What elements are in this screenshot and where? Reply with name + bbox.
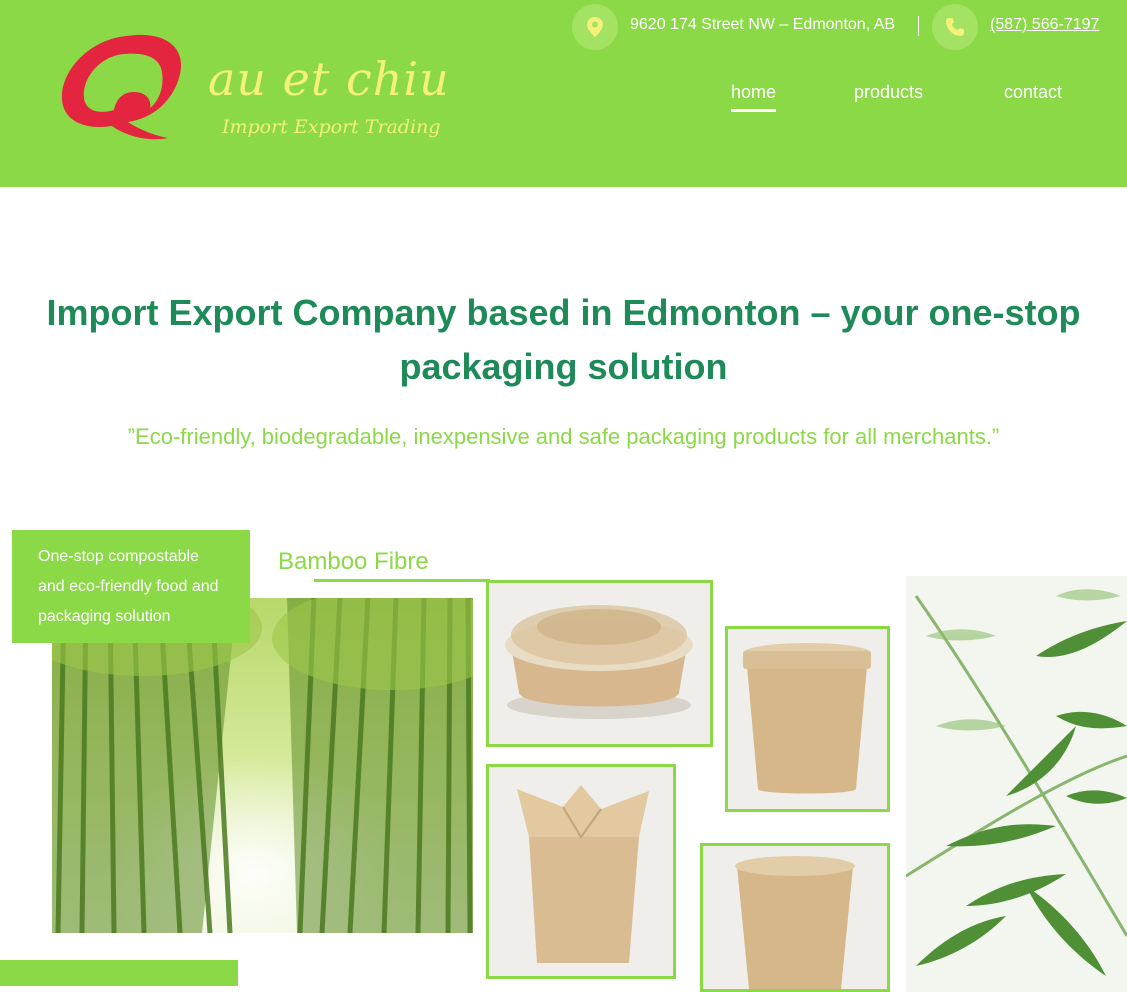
section-title: Bamboo Fibre	[278, 548, 429, 575]
page-subheadline: ”Eco-friendly, biodegradable, inexpensiv…	[127, 424, 1000, 449]
logo-wordmark[interactable]: au et chiu	[208, 52, 450, 106]
headline-line-2: packaging solution	[399, 346, 728, 387]
product-soup-cup-image	[725, 626, 890, 812]
page-headline: Import Export Company based in Edmonton …	[40, 286, 1087, 394]
headline-line-1: Import Export Company based in Edmonton …	[46, 292, 1081, 333]
nav-home[interactable]: home	[731, 82, 777, 112]
bamboo-forest-image	[52, 598, 473, 933]
product-bowl-image	[486, 580, 713, 747]
promo-line-1: One-stop compostable	[38, 548, 199, 565]
logo-icon[interactable]	[56, 26, 188, 144]
product-takeout-box-image	[486, 764, 676, 979]
bamboo-leaves-image	[906, 576, 1127, 992]
phone-icon[interactable]	[932, 4, 978, 50]
nav-contact[interactable]: contact	[1004, 82, 1062, 103]
logo-tagline: Import Export Trading	[222, 116, 441, 138]
product-paper-cup-image	[700, 843, 890, 992]
footer-accent-bar	[0, 960, 238, 986]
nav-products[interactable]: products	[854, 82, 923, 103]
site-header: au et chiu Import Export Trading 9620 17…	[0, 0, 1127, 187]
map-pin-icon	[572, 4, 618, 50]
promo-line-2: and eco-friendly food and	[38, 578, 219, 595]
promo-line-3: packaging solution	[38, 608, 171, 625]
phone-link[interactable]: (587) 566-7197	[990, 16, 1099, 34]
topbar-divider	[918, 16, 919, 36]
promo-box: One-stop compostable and eco-friendly fo…	[12, 530, 250, 643]
title-underline	[314, 579, 490, 582]
address-text: 9620 174 Street NW – Edmonton, AB	[630, 16, 896, 33]
